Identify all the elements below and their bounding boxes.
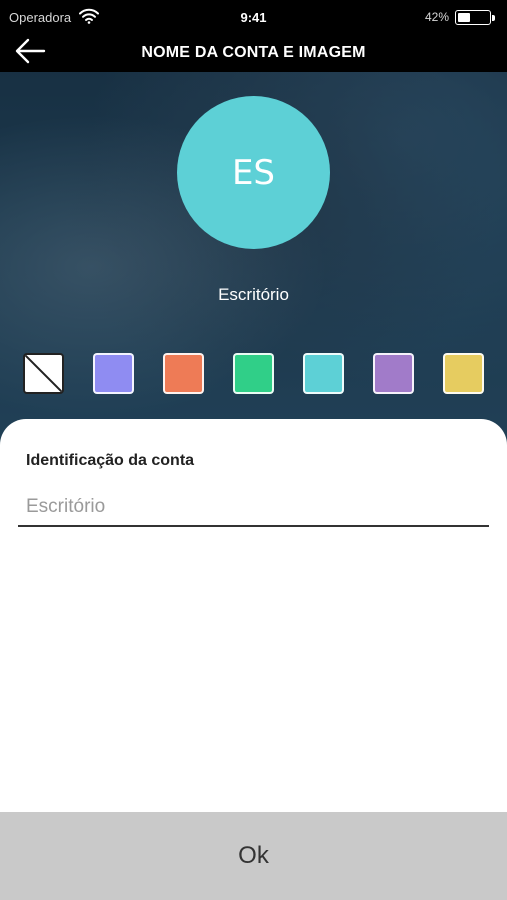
account-avatar: ES: [177, 96, 330, 249]
color-swatch-cyan[interactable]: [303, 353, 344, 394]
account-id-label: Identificação da conta: [26, 452, 195, 469]
battery-icon: [455, 10, 491, 25]
account-name: Escritório: [218, 285, 289, 304]
color-swatch-orange[interactable]: [163, 353, 204, 394]
status-bar: Operadora 9:41 42%: [0, 0, 507, 36]
battery-percent: 42%: [424, 10, 449, 24]
color-swatch-yellow[interactable]: [443, 353, 484, 394]
color-swatch-none[interactable]: [23, 353, 64, 394]
color-swatch-purple[interactable]: [373, 353, 414, 394]
battery-tip: [492, 15, 495, 21]
form-sheet: Identificação da conta: [0, 419, 507, 812]
page-title: NOME DA CONTA E IMAGEM: [141, 44, 366, 61]
color-swatch-green[interactable]: [233, 353, 274, 394]
no-color-icon: [25, 355, 62, 392]
account-id-input[interactable]: [18, 489, 489, 527]
avatar-initials: ES: [231, 152, 276, 193]
ok-button[interactable]: Ok: [0, 812, 507, 900]
navigation-bar: NOME DA CONTA E IMAGEM: [0, 36, 507, 72]
color-picker: [23, 353, 488, 395]
battery-fill: [458, 13, 471, 22]
color-swatch-periwinkle[interactable]: [93, 353, 134, 394]
